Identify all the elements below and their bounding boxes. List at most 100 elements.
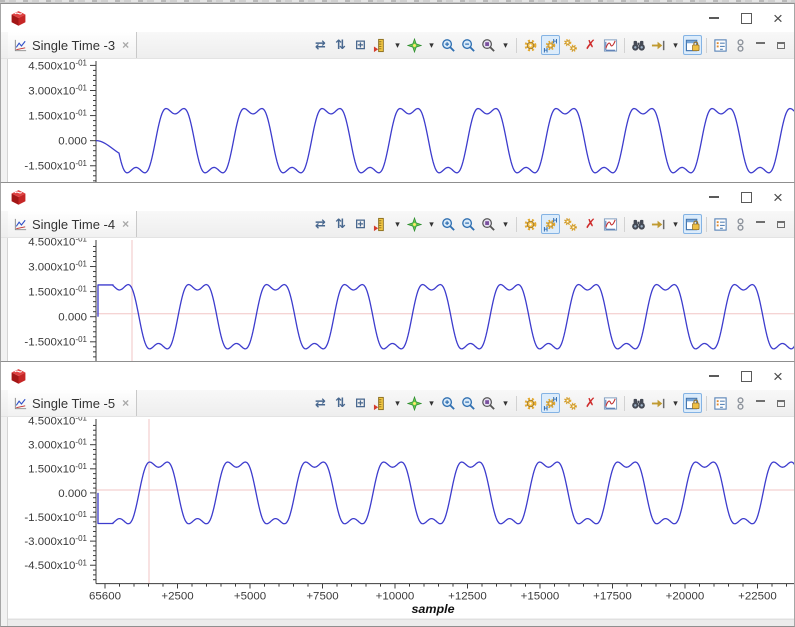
chain-links-icon[interactable] — [731, 35, 750, 55]
view-minimize-icon[interactable] — [751, 35, 770, 55]
remove-red-x-icon[interactable]: ✗ — [581, 35, 600, 55]
remove-red-x-icon[interactable]: ✗ — [581, 214, 600, 234]
zoom-in-icon[interactable] — [439, 214, 458, 234]
zoom-in-icon[interactable] — [439, 35, 458, 55]
hold-sync-gear-icon[interactable]: HH — [541, 214, 560, 234]
view-tab-label: Single Time -5 — [32, 396, 115, 411]
marker-star-icon[interactable] — [405, 214, 424, 234]
window-maximize-button[interactable] — [730, 362, 762, 390]
chart-settings-icon[interactable] — [601, 393, 620, 413]
view-minimize-icon[interactable] — [751, 214, 770, 234]
hold-sync-gear-icon[interactable]: HH — [541, 35, 560, 55]
fit-range-icon[interactable]: ⊞ — [351, 214, 370, 234]
window-lock-icon[interactable] — [683, 393, 702, 413]
refresh-gear-icon[interactable] — [521, 214, 540, 234]
marker-dropdown-icon[interactable]: ▾ — [425, 35, 438, 55]
window-close-button[interactable]: × — [762, 183, 794, 211]
view-restore-icon[interactable] — [771, 35, 790, 55]
view-restore-icon[interactable] — [771, 393, 790, 413]
zoom-region-icon[interactable] — [479, 35, 498, 55]
find-binoculars-icon[interactable] — [629, 35, 648, 55]
fit-vertical-icon[interactable]: ⇅ — [331, 393, 350, 413]
chain-links-icon[interactable] — [731, 393, 750, 413]
fit-horizontal-icon[interactable]: ⇄ — [311, 393, 330, 413]
marker-dropdown-icon[interactable]: ▾ — [425, 214, 438, 234]
x-axis-tick-label: +2500 — [161, 590, 193, 602]
window-maximize-button[interactable] — [730, 183, 762, 211]
view-restore-icon[interactable] — [771, 214, 790, 234]
waveform-plot[interactable]: 4.500x10-013.000x10-011.500x10-010.000-1… — [8, 417, 794, 626]
axis-scale-dropdown-icon[interactable]: ▾ — [391, 35, 404, 55]
properties-list-icon[interactable] — [711, 393, 730, 413]
view-tab[interactable]: Single Time -5 × — [8, 390, 137, 416]
fit-vertical-icon[interactable]: ⇅ — [331, 214, 350, 234]
find-binoculars-icon[interactable] — [629, 214, 648, 234]
waveform-plot[interactable]: 4.500x10-013.000x10-011.500x10-010.000-1… — [8, 238, 794, 361]
view-tab[interactable]: Single Time -3 × — [8, 32, 137, 58]
window-titlebar[interactable]: × — [1, 362, 794, 390]
zoom-out-icon[interactable] — [459, 214, 478, 234]
zoom-region-icon[interactable] — [479, 214, 498, 234]
fit-range-icon[interactable]: ⊞ — [351, 393, 370, 413]
zoom-region-icon[interactable] — [479, 393, 498, 413]
axis-scale-ruler-icon[interactable] — [371, 214, 390, 234]
tab-close-icon[interactable]: × — [122, 397, 129, 409]
zoom-out-icon[interactable] — [459, 393, 478, 413]
remove-red-x-icon[interactable]: ✗ — [581, 393, 600, 413]
chart-settings-icon[interactable] — [601, 35, 620, 55]
properties-list-icon[interactable] — [711, 35, 730, 55]
zoom-in-icon[interactable] — [439, 393, 458, 413]
zoom-out-icon[interactable] — [459, 35, 478, 55]
tab-close-icon[interactable]: × — [122, 218, 129, 230]
window-lock-icon[interactable] — [683, 214, 702, 234]
window-lock-icon[interactable] — [683, 35, 702, 55]
window-titlebar[interactable]: × — [1, 183, 794, 211]
axis-scale-dropdown-icon[interactable]: ▾ — [391, 393, 404, 413]
gear-pair-icon[interactable] — [561, 214, 580, 234]
find-binoculars-icon[interactable] — [629, 393, 648, 413]
refresh-gear-icon[interactable] — [521, 35, 540, 55]
gear-pair-icon[interactable] — [561, 35, 580, 55]
properties-list-icon[interactable] — [711, 214, 730, 234]
fit-horizontal-icon[interactable]: ⇄ — [311, 214, 330, 234]
axis-scale-ruler-icon[interactable] — [371, 393, 390, 413]
chart-settings-icon[interactable] — [601, 214, 620, 234]
window-minimize-button[interactable] — [698, 362, 730, 390]
signal-window: × Single Time -3 × ⇄⇅⊞ ▾ ▾ ▾ HH ✗ ▾ 4.500x10-0… — [0, 3, 795, 182]
fit-range-icon[interactable]: ⊞ — [351, 35, 370, 55]
axis-scale-ruler-icon[interactable] — [371, 35, 390, 55]
gear-pair-icon[interactable] — [561, 393, 580, 413]
waveform-trace — [96, 108, 794, 172]
chain-links-icon[interactable] — [731, 214, 750, 234]
axis-scale-dropdown-icon[interactable]: ▾ — [391, 214, 404, 234]
tab-close-icon[interactable]: × — [122, 39, 129, 51]
window-minimize-button[interactable] — [698, 183, 730, 211]
view-toolbar: ⇄⇅⊞ ▾ ▾ ▾ HH ✗ ▾ — [311, 32, 794, 58]
view-minimize-icon[interactable] — [751, 393, 770, 413]
goto-sample-icon[interactable] — [649, 214, 668, 234]
window-close-button[interactable]: × — [762, 4, 794, 32]
x-axis-title: sample — [411, 602, 454, 616]
window-maximize-button[interactable] — [730, 4, 762, 32]
marker-star-icon[interactable] — [405, 393, 424, 413]
goto-dropdown-icon[interactable]: ▾ — [669, 35, 682, 55]
marker-dropdown-icon[interactable]: ▾ — [425, 393, 438, 413]
zoom-dropdown-icon[interactable]: ▾ — [499, 214, 512, 234]
fit-vertical-icon[interactable]: ⇅ — [331, 35, 350, 55]
zoom-dropdown-icon[interactable]: ▾ — [499, 393, 512, 413]
window-minimize-button[interactable] — [698, 4, 730, 32]
waveform-plot[interactable]: 4.500x10-013.000x10-011.500x10-010.000-1… — [8, 59, 794, 182]
waveform-chart-icon — [13, 38, 28, 53]
goto-sample-icon[interactable] — [649, 35, 668, 55]
fit-horizontal-icon[interactable]: ⇄ — [311, 35, 330, 55]
refresh-gear-icon[interactable] — [521, 393, 540, 413]
goto-dropdown-icon[interactable]: ▾ — [669, 214, 682, 234]
zoom-dropdown-icon[interactable]: ▾ — [499, 35, 512, 55]
window-close-button[interactable]: × — [762, 362, 794, 390]
goto-sample-icon[interactable] — [649, 393, 668, 413]
marker-star-icon[interactable] — [405, 35, 424, 55]
hold-sync-gear-icon[interactable]: HH — [541, 393, 560, 413]
goto-dropdown-icon[interactable]: ▾ — [669, 393, 682, 413]
window-titlebar[interactable]: × — [1, 4, 794, 32]
view-tab[interactable]: Single Time -4 × — [8, 211, 137, 237]
